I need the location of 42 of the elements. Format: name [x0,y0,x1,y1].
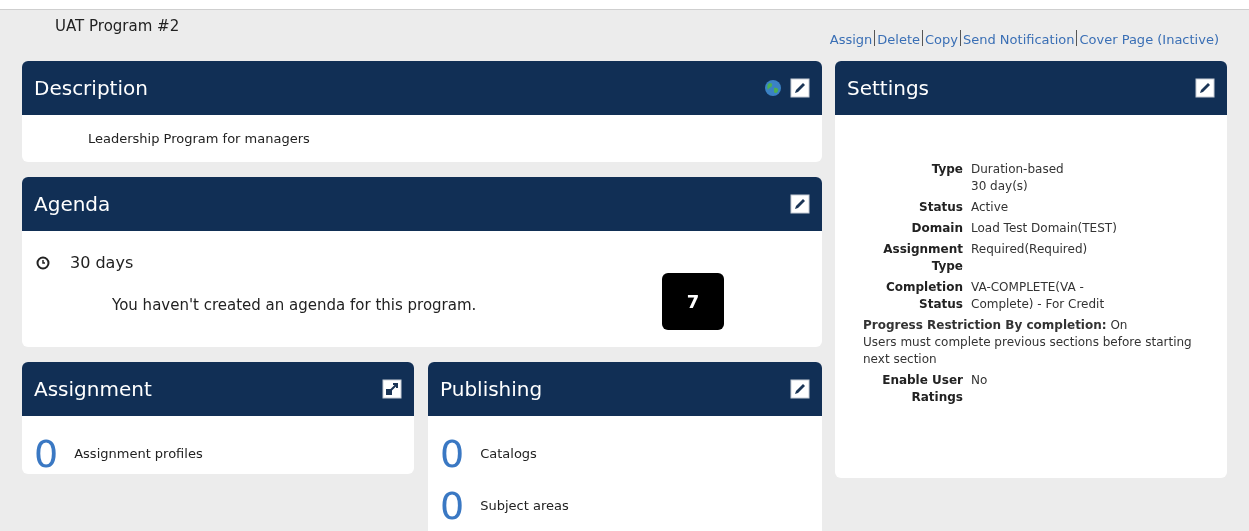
setting-value: No [971,372,989,389]
description-text: Leadership Program for managers [88,129,310,148]
card-title: Agenda [34,191,111,218]
action-link[interactable]: Cover Page (Inactive) [1079,30,1219,50]
count-label: Subject areas [480,497,569,516]
globe-icon [764,79,782,97]
setting-value: Active [971,199,1010,216]
setting-value: VA-COMPLETE(VA - Complete) - For Credit [971,279,1106,313]
step-marker: 7 [662,273,724,330]
count-label: Catalogs [480,445,537,464]
setting-value: Required(Required) [971,241,1089,258]
count-label: Assignment profiles [74,445,203,464]
edit-icon[interactable] [790,194,810,214]
page-title: UAT Program #2 [55,17,180,35]
setting-label: Type [930,161,963,178]
setting-label: Domain [910,220,963,237]
setting-label: Completion Status [884,279,963,313]
agenda-message: You haven't created an agenda for this program. [112,296,477,314]
action-link[interactable]: Send Notification [963,30,1075,50]
card-title: Publishing [440,376,543,403]
setting-label: Enable User Ratings [881,372,963,406]
edit-icon[interactable] [1195,78,1215,98]
count-number: 0 [34,435,59,473]
card-title: Assignment [34,376,152,403]
card-title: Settings [847,75,930,102]
action-link[interactable]: Assign [829,30,873,50]
edit-icon[interactable] [790,78,810,98]
clock-icon [36,256,50,270]
restriction-note: Users must complete previous sections before starting next section [863,334,1193,368]
setting-value: Duration-based 30 day(s) [971,161,1065,195]
setting-label: Status [918,199,963,216]
card-title: Description [34,75,148,102]
expand-icon[interactable] [382,379,402,399]
setting-label: Assignment Type [882,241,963,275]
action-link[interactable]: Delete [877,30,920,50]
count-number: 0 [440,435,465,473]
action-link[interactable]: Copy [925,30,958,50]
agenda-duration: 30 days [70,252,134,274]
setting-value: Load Test Domain(TEST) [971,220,1118,237]
count-number: 0 [440,487,465,525]
restriction-text: Progress Restriction By completion: On [863,317,1129,334]
edit-icon[interactable] [790,379,810,399]
